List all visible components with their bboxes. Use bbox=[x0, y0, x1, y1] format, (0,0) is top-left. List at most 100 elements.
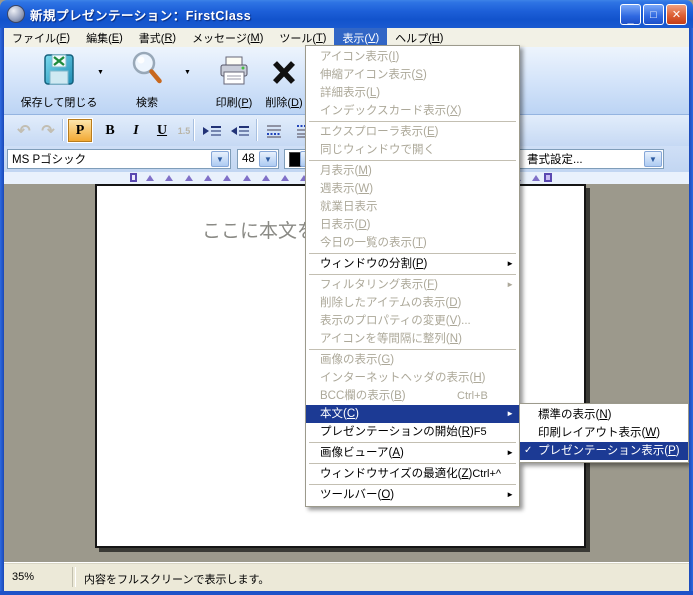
search-label: 検索 bbox=[136, 94, 158, 110]
menu-item-show-deleted-items: 削除したアイテムの表示(D) bbox=[306, 294, 519, 312]
window-title: 新規プレゼンテーション：FirstClass bbox=[30, 5, 251, 24]
menu-item-workday-view: 就業日表示 bbox=[306, 198, 519, 216]
menu-item-month-view: 月表示(M) bbox=[306, 162, 519, 180]
menubar-item-message[interactable]: メッセージ(M) bbox=[184, 28, 271, 47]
magnifier-icon bbox=[128, 50, 166, 93]
toolbar-separator bbox=[193, 119, 194, 141]
menu-item-index-card-view: インデックスカード表示(X) bbox=[306, 102, 519, 120]
ruler-tab-marker[interactable] bbox=[165, 175, 173, 181]
bold-button[interactable]: B bbox=[98, 119, 122, 142]
italic-button[interactable]: I bbox=[124, 119, 148, 142]
save-and-close-button[interactable]: 保存して閉じる bbox=[10, 50, 108, 110]
redo-icon[interactable]: ↷ bbox=[36, 119, 60, 142]
menu-item-explorer-view: エクスプローラ表示(E) bbox=[306, 123, 519, 141]
menu-item-body[interactable]: 本文(C)► bbox=[306, 405, 519, 423]
menu-item-scaled-icon-view: 伸縮アイコン表示(S) bbox=[306, 66, 519, 84]
menu-item-change-view-properties: 表示のプロパティの変更(V)... bbox=[306, 312, 519, 330]
menu-separator bbox=[309, 484, 516, 485]
submenu-arrow-icon: ► bbox=[506, 405, 514, 423]
titlebar[interactable]: 新規プレゼンテーション：FirstClass _ □ ✕ bbox=[0, 0, 693, 28]
status-message: 内容をフルスクリーンで表示します。 bbox=[84, 571, 269, 587]
zoom-level: 35% bbox=[12, 571, 34, 583]
ruler-tab-marker[interactable] bbox=[281, 175, 289, 181]
ruler-indent-marker[interactable] bbox=[130, 173, 137, 182]
view-menu: アイコン表示(I) 伸縮アイコン表示(S) 詳細表示(L) インデックスカード表… bbox=[305, 45, 520, 507]
menu-item-arrange-icons: アイコンを等間隔に整列(N) bbox=[306, 330, 519, 348]
combo-arrow-icon[interactable]: ▼ bbox=[259, 151, 277, 167]
toolbar-separator bbox=[62, 119, 63, 141]
font-select[interactable]: MS Pゴシック ▼ bbox=[7, 149, 231, 169]
ruler-tab-marker[interactable] bbox=[223, 175, 231, 181]
menu-separator bbox=[309, 160, 516, 161]
indent-decrease-icon[interactable] bbox=[228, 119, 252, 142]
font-size-value: 48 bbox=[242, 153, 255, 165]
printer-icon bbox=[216, 54, 252, 93]
menu-item-optimize-window-size[interactable]: ウィンドウサイズの最適化(Z)Ctrl+^ bbox=[306, 465, 519, 483]
menu-item-show-internet-headers: インターネットヘッダの表示(H) bbox=[306, 369, 519, 387]
ruler-indent-marker[interactable] bbox=[544, 173, 552, 182]
ruler-tab-marker[interactable] bbox=[185, 175, 193, 181]
ruler-tab-marker[interactable] bbox=[204, 175, 212, 181]
submenu-item-standard-view[interactable]: 標準の表示(N) bbox=[520, 406, 688, 424]
app-window: 新規プレゼンテーション：FirstClass _ □ ✕ ファイル(F) 編集(… bbox=[0, 0, 693, 595]
ruler-tab-marker[interactable] bbox=[243, 175, 251, 181]
menu-item-show-images: 画像の表示(G) bbox=[306, 351, 519, 369]
menubar-item-file[interactable]: ファイル(F) bbox=[4, 28, 78, 47]
submenu-arrow-icon: ► bbox=[506, 255, 514, 273]
print-button[interactable]: 印刷(P) bbox=[206, 50, 262, 110]
indent-increase-icon[interactable] bbox=[200, 119, 224, 142]
menu-separator bbox=[309, 442, 516, 443]
menu-item-open-same-window: 同じウィンドウで開く bbox=[306, 141, 519, 159]
menu-item-filtering-view: フィルタリング表示(F)► bbox=[306, 276, 519, 294]
style-preset-value: 書式設定... bbox=[527, 151, 583, 167]
save-and-close-label: 保存して閉じる bbox=[21, 94, 98, 110]
submenu-item-presentation-view[interactable]: ✓プレゼンテーション表示(P) bbox=[520, 442, 688, 460]
menu-item-today-list-view: 今日の一覧の表示(T) bbox=[306, 234, 519, 252]
menu-separator bbox=[309, 274, 516, 275]
menubar-item-edit[interactable]: 編集(E) bbox=[78, 28, 131, 47]
undo-icon[interactable]: ↶ bbox=[12, 119, 36, 142]
save-options-arrow-icon[interactable]: ▼ bbox=[97, 69, 104, 76]
menu-item-detail-view: 詳細表示(L) bbox=[306, 84, 519, 102]
combo-arrow-icon[interactable]: ▼ bbox=[211, 151, 229, 167]
search-options-arrow-icon[interactable]: ▼ bbox=[184, 69, 191, 76]
maximize-button[interactable]: □ bbox=[643, 4, 664, 25]
menu-item-day-view: 日表示(D) bbox=[306, 216, 519, 234]
ruler-tab-marker[interactable] bbox=[262, 175, 270, 181]
menu-item-start-presentation[interactable]: プレゼンテーションの開始(R)F5 bbox=[306, 423, 519, 441]
font-size-select[interactable]: 48 ▼ bbox=[237, 149, 279, 169]
window-border-bottom bbox=[0, 591, 693, 595]
menu-separator bbox=[309, 253, 516, 254]
submenu-arrow-icon: ► bbox=[506, 444, 514, 462]
list-style-icon-1[interactable] bbox=[262, 119, 286, 142]
menu-item-image-viewer[interactable]: 画像ビューア(A)► bbox=[306, 444, 519, 462]
plain-style-button[interactable]: P bbox=[68, 119, 92, 142]
menubar-item-format[interactable]: 書式(R) bbox=[131, 28, 184, 47]
ruler-tab-marker[interactable] bbox=[146, 175, 154, 181]
window-border-left bbox=[0, 28, 4, 595]
menu-item-toolbars[interactable]: ツールバー(O)► bbox=[306, 486, 519, 504]
menu-item-show-bcc: BCC欄の表示(B)Ctrl+B bbox=[306, 387, 519, 405]
statusbar-divider bbox=[72, 567, 76, 587]
submenu-arrow-icon: ► bbox=[506, 486, 514, 504]
menu-separator bbox=[309, 463, 516, 464]
toolbar-separator bbox=[256, 119, 257, 141]
ruler-tab-marker[interactable] bbox=[532, 175, 540, 181]
font-name: MS Pゴシック bbox=[12, 151, 86, 167]
menu-item-split-window[interactable]: ウィンドウの分割(P)► bbox=[306, 255, 519, 273]
submenu-item-print-layout-view[interactable]: 印刷レイアウト表示(W) bbox=[520, 424, 688, 442]
body-submenu: 標準の表示(N) 印刷レイアウト表示(W) ✓プレゼンテーション表示(P) bbox=[519, 403, 689, 463]
checkmark-icon: ✓ bbox=[524, 442, 532, 460]
minimize-button[interactable]: _ bbox=[620, 4, 641, 25]
underline-button[interactable]: U bbox=[150, 119, 174, 142]
search-button[interactable]: 検索 bbox=[116, 50, 178, 110]
combo-arrow-icon[interactable]: ▼ bbox=[644, 151, 662, 167]
close-button[interactable]: ✕ bbox=[666, 4, 687, 25]
style-preset-select[interactable]: 書式設定... ▼ bbox=[504, 149, 664, 169]
menu-item-icon-view: アイコン表示(I) bbox=[306, 48, 519, 66]
app-icon bbox=[7, 5, 25, 23]
menu-separator bbox=[309, 121, 516, 122]
menu-separator bbox=[309, 349, 516, 350]
menu-item-week-view: 週表示(W) bbox=[306, 180, 519, 198]
window-border-right bbox=[689, 28, 693, 595]
